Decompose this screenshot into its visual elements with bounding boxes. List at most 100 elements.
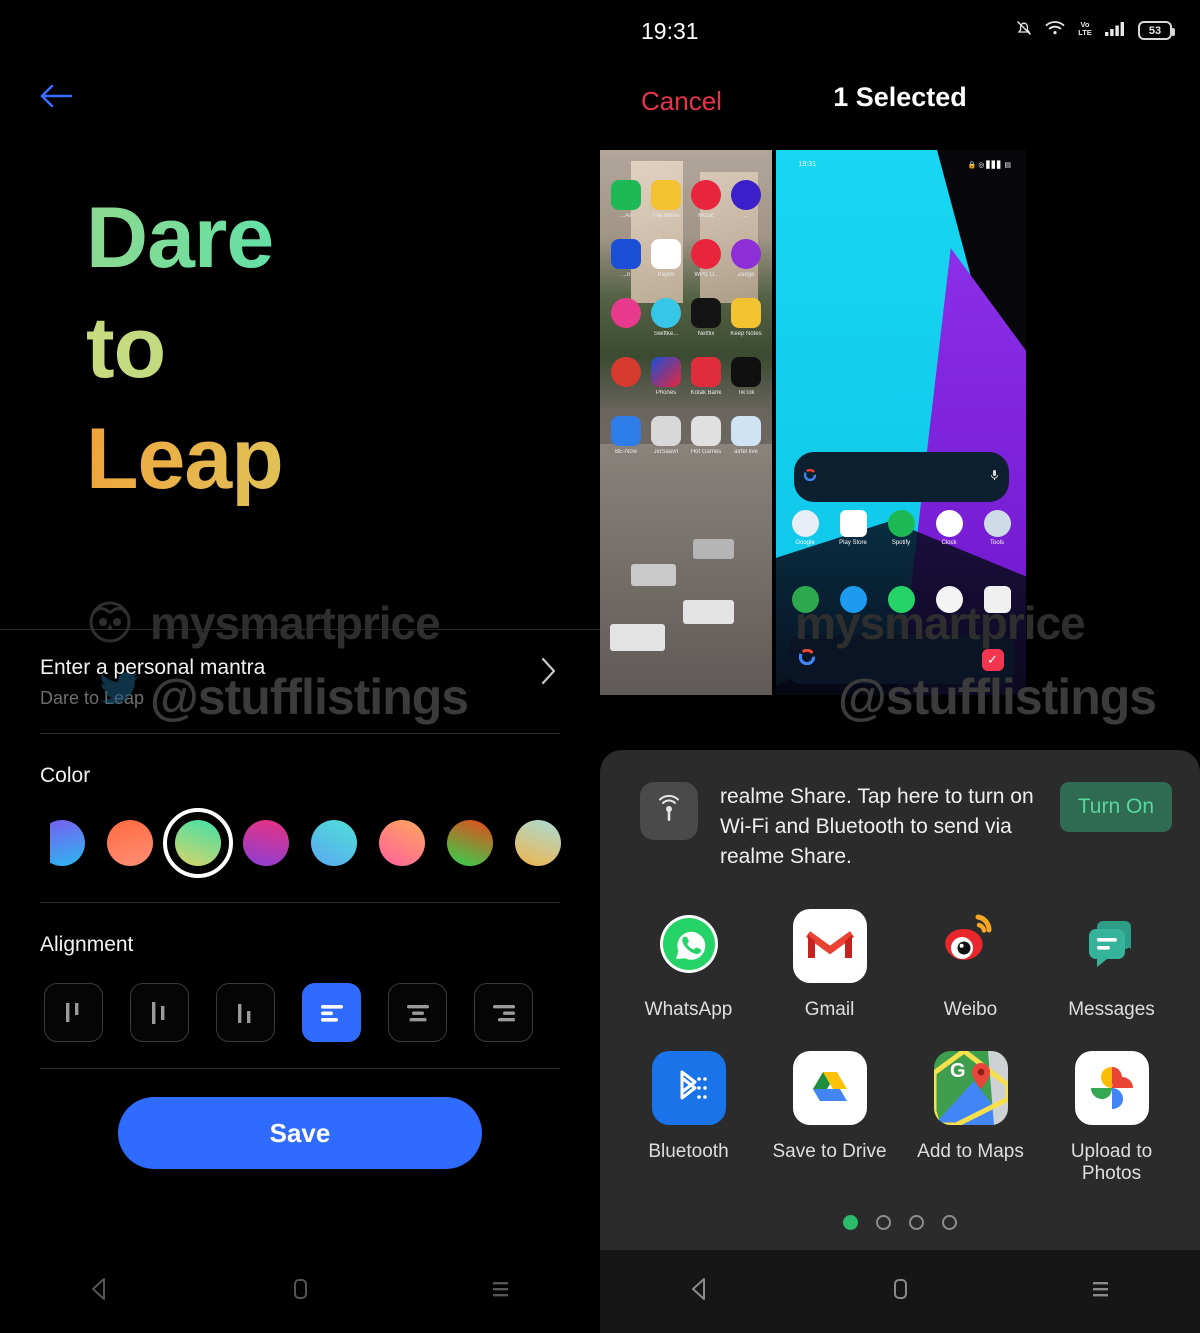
drawer-row: Swiftke... Netflix Keep Notes <box>606 298 766 337</box>
left-navigation-bar <box>0 1250 600 1333</box>
camera-icon <box>983 586 1011 613</box>
home-app[interactable]: Google <box>788 509 822 546</box>
nav-recents-icon[interactable] <box>1087 1276 1113 1307</box>
app-label: File Mana <box>652 213 680 219</box>
app-label: Swiftke... <box>653 331 679 337</box>
home-app[interactable] <box>884 586 918 613</box>
home-app[interactable]: Play Store <box>836 509 870 546</box>
battery-level: 53 <box>1148 24 1162 37</box>
drawer-app: Phones <box>649 357 683 396</box>
color-swatch-cyan-gold[interactable] <box>504 812 572 874</box>
share-target-whatsapp[interactable]: WhatsApp <box>618 909 759 1021</box>
mantra-input-row[interactable]: Enter a personal mantra Dare to Leap <box>40 630 560 733</box>
nav-home-icon[interactable] <box>887 1276 913 1307</box>
home-app[interactable]: Clock <box>932 509 966 546</box>
thumbnail-home-screen[interactable]: 19:31 🔒 ◎ ▋▋▋ ▤ Google Play Store Spotif… <box>776 150 1026 695</box>
share-target-label: Messages <box>1068 999 1155 1021</box>
home-app[interactable]: Tools <box>980 509 1014 546</box>
share-target-grid: WhatsApp Gmail Weibo Messages Bluetooth … <box>600 871 1200 1231</box>
app-drawer-overlay: ...As File Mana Music ... ...n Paytm WPS… <box>600 150 772 695</box>
page-dot-active[interactable] <box>843 1215 858 1231</box>
realme-share-banner[interactable]: realme Share. Tap here to turn on Wi-Fi … <box>600 750 1200 871</box>
swatch-circle <box>311 820 357 866</box>
thumbnail-status-bar: 19:31 🔒 ◎ ▋▋▋ ▤ <box>799 161 1012 169</box>
vertical-align-bottom-icon[interactable] <box>216 983 275 1042</box>
align-center-icon[interactable] <box>388 983 447 1042</box>
app-label: Play Store <box>839 539 867 546</box>
save-button[interactable]: Save <box>118 1097 482 1169</box>
color-swatch-pink-orange[interactable] <box>368 812 436 874</box>
google-drive-icon <box>792 1051 867 1126</box>
app-label: ...n <box>621 272 631 278</box>
share-target-messages[interactable]: Messages <box>1041 909 1182 1021</box>
color-swatch-yellow-teal[interactable] <box>163 808 233 878</box>
turn-on-button[interactable]: Turn On <box>1059 782 1172 832</box>
realme-share-icon <box>640 782 698 840</box>
nav-back-icon[interactable] <box>87 1276 113 1307</box>
google-search-bar[interactable] <box>793 452 1009 502</box>
vertical-align-top-icon[interactable] <box>44 983 103 1042</box>
selection-top-bar: Cancel 1 Selected <box>600 62 1200 150</box>
align-left-icon[interactable] <box>302 983 361 1042</box>
app-icon <box>731 180 761 210</box>
signal-icon <box>1104 19 1128 42</box>
twitter-icon <box>839 586 867 613</box>
gmail-icon <box>792 909 867 984</box>
page-dot[interactable] <box>909 1215 924 1231</box>
color-swatch-list <box>28 808 572 878</box>
bluetooth-icon <box>651 1051 726 1126</box>
drawer-app: airtel live <box>729 416 763 455</box>
share-target-add-to-maps[interactable]: G Add to Maps <box>900 1051 1041 1185</box>
volte-icon: Vo LTE <box>1076 18 1094 43</box>
thumbnail-app-drawer[interactable]: ...As File Mana Music ... ...n Paytm WPS… <box>600 150 772 695</box>
drawer-app: Kotak Bank <box>689 357 723 396</box>
arrow-left-icon[interactable] <box>36 78 76 114</box>
chevron-right-icon[interactable] <box>540 656 558 691</box>
app-label: Phones <box>655 390 677 396</box>
share-target-save-to-drive[interactable]: Save to Drive <box>759 1051 900 1185</box>
microphone-icon[interactable] <box>990 468 999 486</box>
alignment-section-title: Alignment <box>40 933 134 956</box>
google-g-icon <box>803 468 816 486</box>
page-dot[interactable] <box>876 1215 891 1231</box>
share-target-upload-to-photos[interactable]: Upload to Photos <box>1041 1051 1182 1185</box>
color-swatch-purple-blue[interactable] <box>28 812 96 874</box>
tasks-icon[interactable]: ✓ <box>981 648 1004 671</box>
divider-after-color <box>40 902 560 903</box>
home-app[interactable] <box>980 586 1014 613</box>
app-label: ...As <box>619 213 632 219</box>
mantra-settings-form: Enter a personal mantra Dare to Leap Col… <box>0 630 600 1169</box>
home-app[interactable]: Spotify <box>884 509 918 546</box>
drawer-app: Netflix <box>689 298 723 337</box>
app-label: ... <box>743 213 749 219</box>
app-label: airtel live <box>734 449 758 455</box>
app-icon <box>611 416 641 446</box>
swatch-circle <box>107 820 153 866</box>
share-target-bluetooth[interactable]: Bluetooth <box>618 1051 759 1185</box>
share-sheet: realme Share. Tap here to turn on Wi-Fi … <box>600 750 1200 1250</box>
swatch-circle <box>175 820 221 866</box>
home-app[interactable] <box>788 586 822 613</box>
share-target-weibo[interactable]: Weibo <box>900 909 1041 1021</box>
home-app[interactable] <box>836 586 870 613</box>
align-right-icon[interactable] <box>474 983 533 1042</box>
right-navigation-bar <box>600 1250 1200 1333</box>
app-icon <box>651 180 681 210</box>
color-swatch-blue-cyan[interactable] <box>300 812 368 874</box>
battery-icon: 53 <box>1138 21 1175 40</box>
nav-back-icon[interactable] <box>687 1276 713 1307</box>
color-swatch-magenta-purple[interactable] <box>232 812 300 874</box>
page-dot[interactable] <box>942 1215 957 1231</box>
share-target-gmail[interactable]: Gmail <box>759 909 900 1021</box>
drawer-app: Music <box>689 180 723 219</box>
google-icon[interactable] <box>798 648 815 670</box>
home-app[interactable] <box>932 586 966 613</box>
nav-home-icon[interactable] <box>287 1276 313 1307</box>
vertical-align-middle-icon[interactable] <box>130 983 189 1042</box>
nav-recents-icon[interactable] <box>487 1276 513 1307</box>
thumbnail-clock: 19:31 <box>798 160 817 168</box>
svg-text:LTE: LTE <box>1078 28 1092 37</box>
drawer-row: ...As File Mana Music ... <box>606 180 766 219</box>
color-swatch-orange-salmon[interactable] <box>96 812 164 874</box>
color-swatch-green-red[interactable] <box>436 812 504 874</box>
